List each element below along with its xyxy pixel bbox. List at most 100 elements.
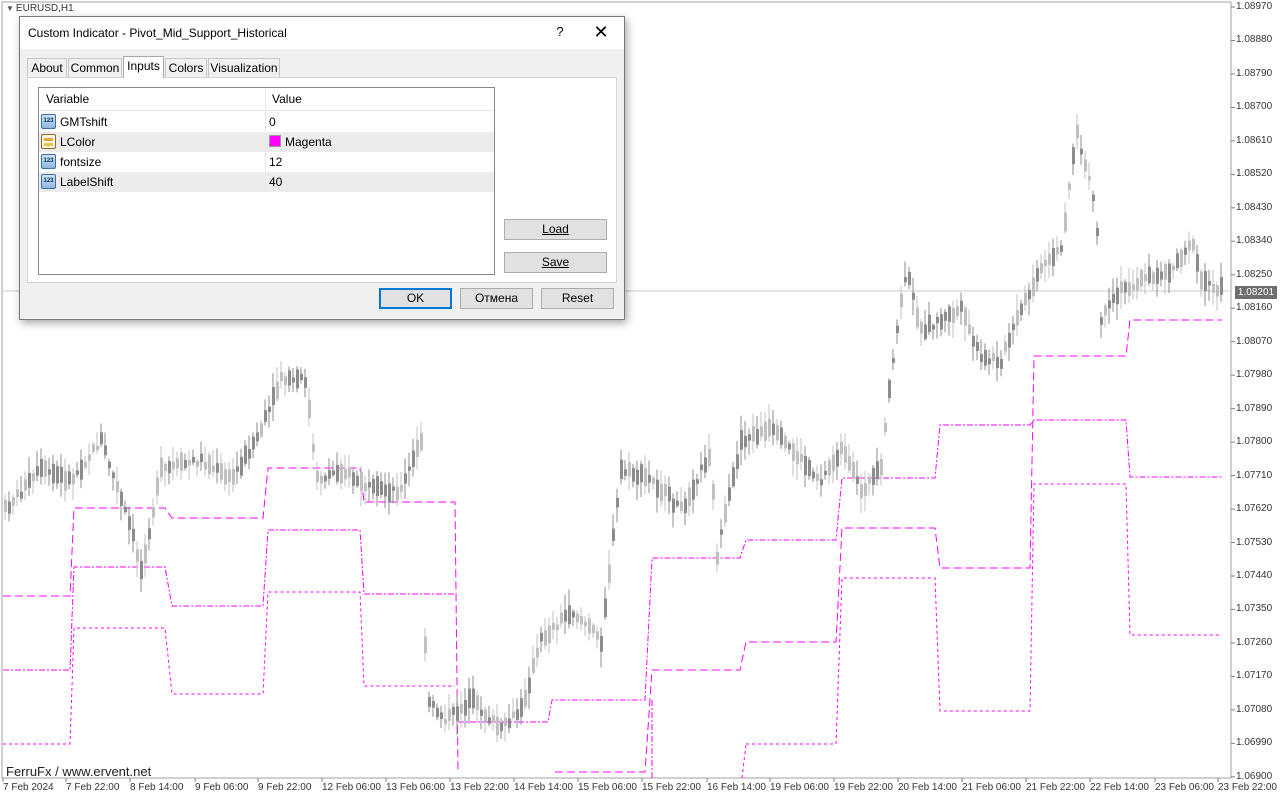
candle-body: [208, 455, 211, 475]
candle-body: [1132, 284, 1135, 291]
save-button[interactable]: Save: [504, 252, 607, 273]
candle-body: [840, 441, 843, 455]
price-tick-label: 1.07530: [1236, 536, 1273, 548]
variable-value[interactable]: 40: [269, 175, 282, 189]
tab-visualization[interactable]: Visualization: [208, 58, 280, 77]
candle-body: [168, 460, 171, 474]
close-icon[interactable]: ✕: [588, 21, 614, 43]
candle-body: [652, 477, 655, 484]
candle-body: [676, 500, 679, 506]
header-value[interactable]: Value: [272, 92, 302, 106]
reset-button[interactable]: Reset: [541, 288, 614, 309]
candle-body: [244, 445, 247, 464]
candle-body: [488, 717, 491, 724]
chart-menu-triangle-icon[interactable]: ▼: [6, 4, 14, 13]
grid-row-gmtshift[interactable]: 123 GMTshift 0: [39, 112, 494, 132]
variable-name: LColor: [60, 135, 96, 149]
candle-body: [928, 314, 931, 333]
color-icon: [41, 134, 56, 149]
candle-body: [288, 370, 291, 386]
candle-body: [976, 342, 979, 351]
variable-value[interactable]: 12: [269, 155, 282, 169]
candle-body: [660, 483, 663, 502]
tab-inputs[interactable]: Inputs: [123, 56, 164, 78]
candle-body: [948, 306, 951, 322]
load-button[interactable]: Load: [504, 219, 607, 240]
candle-body: [424, 636, 427, 654]
color-swatch[interactable]: [269, 135, 281, 147]
variable-value[interactable]: 0: [269, 115, 276, 129]
candle-body: [1076, 124, 1079, 139]
candle-body: [360, 471, 363, 492]
variable-name: GMTshift: [60, 115, 108, 129]
candle-body: [48, 469, 51, 475]
price-tick-label: 1.07980: [1236, 369, 1273, 381]
column-divider[interactable]: [265, 88, 266, 110]
candle-body: [744, 435, 747, 448]
candle-body: [604, 598, 607, 618]
candle-body: [412, 450, 415, 467]
time-tick-label: 7 Feb 2024: [3, 782, 54, 793]
candle-body: [196, 460, 199, 467]
candle-body: [808, 459, 811, 477]
candle-body: [1192, 238, 1195, 251]
candle-body: [820, 479, 823, 486]
candle-body: [160, 457, 163, 478]
candle-body: [264, 410, 267, 422]
candle-body: [84, 461, 87, 468]
time-tick-label: 13 Feb 06:00: [386, 782, 445, 793]
candle-body: [724, 504, 727, 523]
candle-body: [1120, 281, 1123, 294]
candle-body: [300, 373, 303, 381]
grid-row-labelshift[interactable]: 123 LabelShift 40: [39, 172, 494, 192]
candle-body: [824, 470, 827, 475]
candle-body: [944, 311, 947, 321]
candle-body: [1188, 240, 1191, 251]
header-variable[interactable]: Variable: [46, 92, 89, 106]
custom-indicator-dialog: Custom Indicator - Pivot_Mid_Support_His…: [19, 16, 625, 320]
candle-body: [28, 472, 31, 488]
candle-body: [1220, 277, 1223, 295]
candle-body: [60, 466, 63, 483]
candle-body: [780, 427, 783, 445]
candle-body: [612, 528, 615, 541]
candle-body: [344, 469, 347, 480]
candle-body: [380, 481, 383, 495]
dialog-titlebar[interactable]: Custom Indicator - Pivot_Mid_Support_His…: [20, 17, 624, 49]
tab-common[interactable]: Common: [68, 58, 122, 77]
candle-body: [532, 658, 535, 673]
candle-body: [484, 709, 487, 722]
variable-value[interactable]: Magenta: [285, 135, 332, 149]
grid-row-lcolor[interactable]: LColor Magenta: [39, 132, 494, 152]
candle-body: [312, 444, 315, 453]
help-button[interactable]: ?: [550, 24, 570, 39]
candle-body: [432, 701, 435, 708]
tab-colors[interactable]: Colors: [165, 58, 207, 77]
time-tick-label: 21 Feb 22:00: [1026, 782, 1085, 793]
candle-body: [1092, 194, 1095, 202]
price-tick-label: 1.08160: [1236, 302, 1273, 314]
candle-body: [108, 461, 111, 469]
candle-body: [608, 564, 611, 583]
candle-body: [800, 453, 803, 462]
candle-body: [316, 470, 319, 483]
variable-name: LabelShift: [60, 175, 114, 189]
ok-button[interactable]: OK: [379, 288, 452, 309]
tab-about[interactable]: About: [27, 58, 67, 77]
candle-body: [348, 467, 351, 478]
candle-body: [844, 446, 847, 463]
cancel-button[interactable]: Отмена: [460, 288, 533, 309]
time-tick-label: 14 Feb 14:00: [514, 782, 573, 793]
candle-body: [292, 377, 295, 383]
grid-row-fontsize[interactable]: 123 fontsize 12: [39, 152, 494, 172]
candle-body: [1048, 253, 1051, 265]
candle-body: [684, 498, 687, 514]
candle-body: [252, 436, 255, 450]
candle-body: [968, 324, 971, 334]
candle-body: [1140, 269, 1143, 287]
candle-body: [772, 423, 775, 436]
candle-body: [112, 472, 115, 479]
candle-body: [1096, 227, 1099, 237]
candle-body: [832, 454, 835, 472]
candle-body: [1176, 253, 1179, 269]
